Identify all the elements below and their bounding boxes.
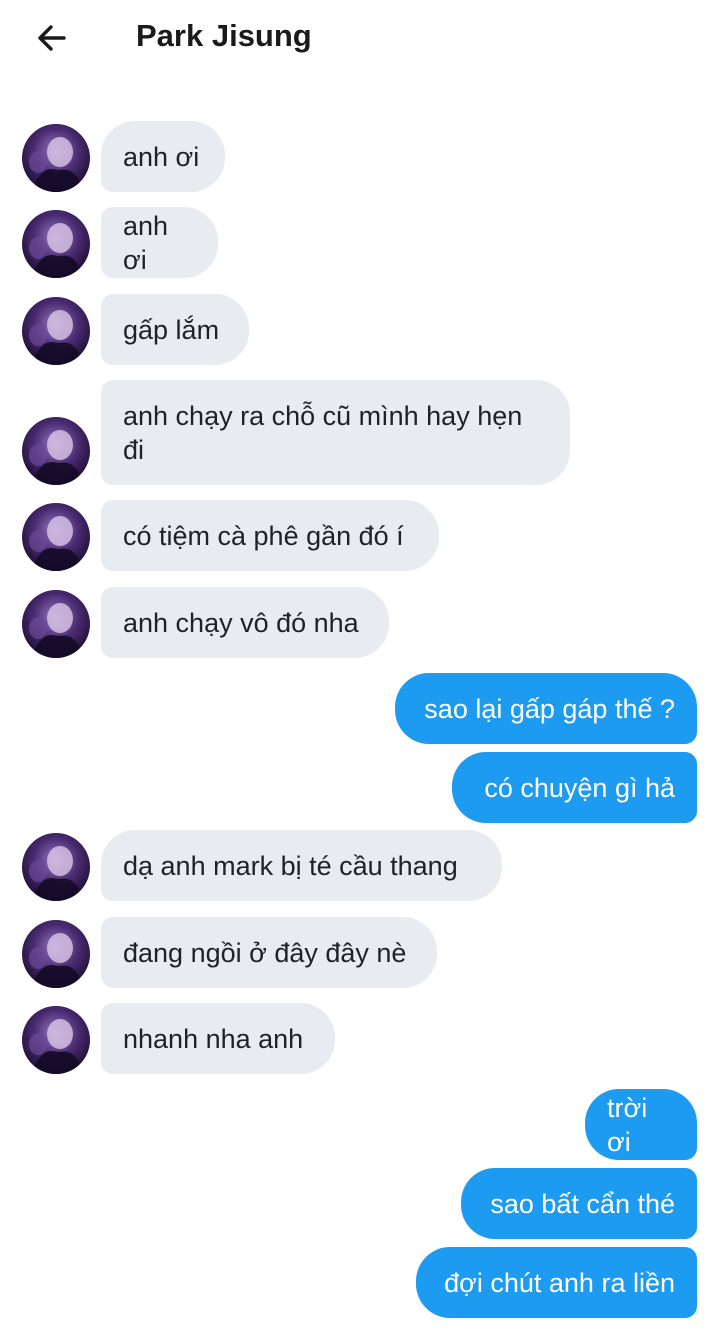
message-text: dạ anh mark bị té cầu thang [123, 850, 458, 881]
message-row: anh ơi [0, 121, 720, 192]
message-bubble-outgoing[interactable]: có chuyện gì hả [452, 752, 697, 823]
message-text: có chuyện gì hả [484, 772, 675, 803]
message-row: sao bất cẩn thé [0, 1168, 720, 1239]
message-row: dạ anh mark bị té cầu thang [0, 830, 720, 901]
message-bubble-outgoing[interactable]: đợi chút anh ra liền [416, 1247, 697, 1318]
message-row: anh chạy ra chỗ cũ mình hay hẹn đi [0, 380, 720, 485]
arrow-left-icon [38, 25, 66, 51]
message-row: có tiệm cà phê gần đó í [0, 500, 720, 571]
message-text: sao bất cẩn thé [490, 1188, 675, 1219]
message-bubble-incoming[interactable]: gấp lắm [101, 294, 249, 365]
message-bubble-incoming[interactable]: nhanh nha anh [101, 1003, 335, 1074]
avatar[interactable] [22, 124, 90, 192]
message-bubble-incoming[interactable]: có tiệm cà phê gần đó í [101, 500, 439, 571]
message-row: trời ơi [0, 1089, 720, 1160]
avatar[interactable] [22, 417, 90, 485]
avatar[interactable] [22, 210, 90, 278]
message-text: gấp lắm [123, 314, 220, 345]
message-text: sao lại gấp gáp thế ? [424, 693, 675, 724]
message-row: đang ngồi ở đây đây nè [0, 917, 720, 988]
message-row: anh ơi [0, 207, 720, 278]
message-bubble-incoming[interactable]: anh ơi [101, 207, 218, 278]
message-bubble-incoming[interactable]: anh ơi [101, 121, 225, 192]
message-bubble-incoming[interactable]: dạ anh mark bị té cầu thang [101, 830, 502, 901]
back-button[interactable] [32, 18, 72, 58]
avatar[interactable] [22, 833, 90, 901]
message-text: có tiệm cà phê gần đó í [123, 520, 404, 551]
page-title: Park Jisung [136, 18, 312, 53]
message-row: gấp lắm [0, 294, 720, 365]
message-text: anh ơi [123, 141, 200, 172]
message-text: đang ngồi ở đây đây nè [123, 937, 407, 968]
avatar[interactable] [22, 920, 90, 988]
avatar[interactable] [22, 590, 90, 658]
message-bubble-outgoing[interactable]: sao bất cẩn thé [461, 1168, 697, 1239]
message-bubble-outgoing[interactable]: sao lại gấp gáp thế ? [395, 673, 697, 744]
message-bubble-outgoing[interactable]: trời ơi [585, 1089, 697, 1160]
message-text: đợi chút anh ra liền [444, 1267, 675, 1298]
message-bubble-incoming[interactable]: anh chạy vô đó nha [101, 587, 389, 658]
message-text: anh ơi [123, 210, 169, 275]
message-text: nhanh nha anh [123, 1023, 304, 1054]
message-row: có chuyện gì hả [0, 752, 720, 823]
message-text: anh chạy vô đó nha [123, 607, 359, 638]
message-text: anh chạy ra chỗ cũ mình hay hẹn đi [123, 400, 523, 465]
avatar[interactable] [22, 1006, 90, 1074]
message-row: anh chạy vô đó nha [0, 587, 720, 658]
avatar[interactable] [22, 297, 90, 365]
message-bubble-incoming[interactable]: đang ngồi ở đây đây nè [101, 917, 437, 988]
message-row: sao lại gấp gáp thế ? [0, 673, 720, 744]
chat-header: Park Jisung [0, 0, 720, 76]
message-row: nhanh nha anh [0, 1003, 720, 1074]
avatar[interactable] [22, 503, 90, 571]
message-bubble-incoming[interactable]: anh chạy ra chỗ cũ mình hay hẹn đi [101, 380, 570, 485]
message-text: trời ơi [607, 1092, 648, 1157]
message-row: đợi chút anh ra liền [0, 1247, 720, 1318]
